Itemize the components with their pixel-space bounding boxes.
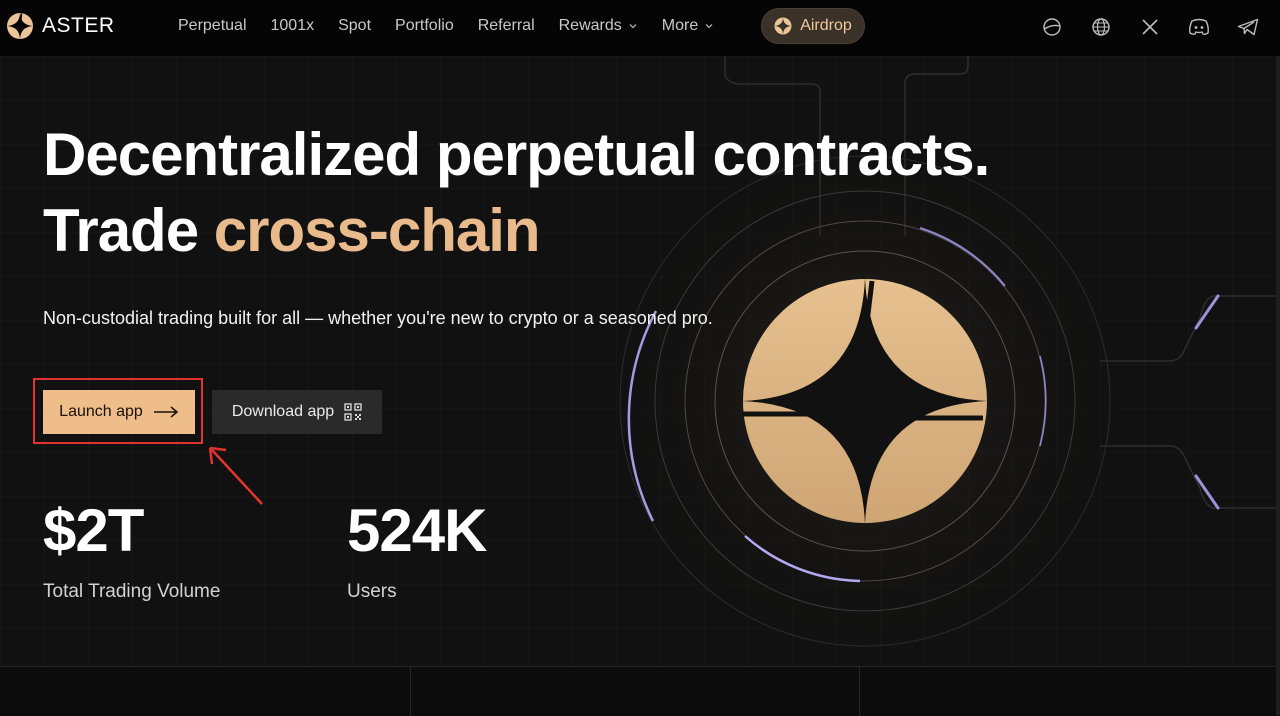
nav-more[interactable]: More (662, 17, 714, 35)
nav-rewards[interactable]: Rewards (559, 17, 638, 35)
launch-app-button[interactable]: Launch app (43, 390, 195, 434)
stat-users-label: Users (347, 581, 397, 602)
nav-portfolio-label: Portfolio (395, 17, 454, 34)
utility-icons (1040, 15, 1260, 39)
hero-section: Decentralized perpetual contracts. Trade… (0, 56, 1280, 666)
headline-accent: cross-chain (213, 197, 541, 264)
hero-headline: Decentralized perpetual contracts. Trade… (43, 117, 990, 269)
download-app-label: Download app (231, 403, 335, 420)
chevron-down-icon (705, 24, 713, 29)
telegram-icon[interactable] (1236, 15, 1260, 39)
brand-logo[interactable]: ASTER (6, 12, 115, 40)
globe-icon[interactable] (1089, 15, 1113, 39)
nav-spot[interactable]: Spot (338, 17, 371, 35)
section-divider (859, 667, 860, 716)
bottom-section (0, 666, 1280, 716)
nav-1001x[interactable]: 1001x (271, 17, 315, 35)
nav-portfolio[interactable]: Portfolio (395, 17, 454, 35)
aster-coin-icon (774, 17, 792, 35)
nav-perpetual-label: Perpetual (178, 17, 247, 34)
aster-logo-icon (7, 13, 33, 39)
arrow-right-icon (153, 406, 178, 418)
nav-rewards-label: Rewards (558, 17, 622, 34)
main-nav: Perpetual 1001x Spot Portfolio Referral … (178, 17, 714, 35)
theme-icon[interactable] (1040, 15, 1064, 39)
headline-line-1: Decentralized perpetual contracts. (43, 121, 990, 188)
nav-referral[interactable]: Referral (478, 17, 535, 35)
airdrop-label: Airdrop (800, 17, 852, 34)
section-divider (410, 667, 411, 716)
stat-volume-label: Total Trading Volume (43, 581, 221, 602)
headline-line-2: Trade cross-chain (43, 193, 989, 269)
hero-subtext: Non-custodial trading built for all — wh… (43, 308, 713, 328)
page-scrollbar[interactable] (1276, 56, 1280, 715)
launch-app-label: Launch app (59, 403, 143, 420)
chevron-down-icon (629, 24, 637, 29)
airdrop-button[interactable]: Airdrop (761, 8, 865, 44)
nav-referral-label: Referral (477, 17, 535, 34)
stat-users-value: 524K (347, 497, 487, 564)
download-app-button[interactable]: Download app (212, 390, 382, 434)
headline-prefix: Trade (43, 197, 214, 264)
brand-name: ASTER (42, 14, 115, 37)
nav-1001x-label: 1001x (270, 17, 315, 34)
nav-spot-label: Spot (338, 17, 372, 34)
nav-perpetual[interactable]: Perpetual (178, 17, 247, 35)
annotation-arrow-icon (208, 446, 263, 505)
discord-icon[interactable] (1187, 15, 1211, 39)
nav-more-label: More (661, 17, 699, 34)
qr-code-icon (344, 403, 362, 421)
stat-volume-value: $2T (43, 497, 144, 564)
top-nav-bar: ASTER Perpetual 1001x Spot Portfolio Ref… (0, 0, 1280, 56)
x-icon[interactable] (1138, 15, 1162, 39)
